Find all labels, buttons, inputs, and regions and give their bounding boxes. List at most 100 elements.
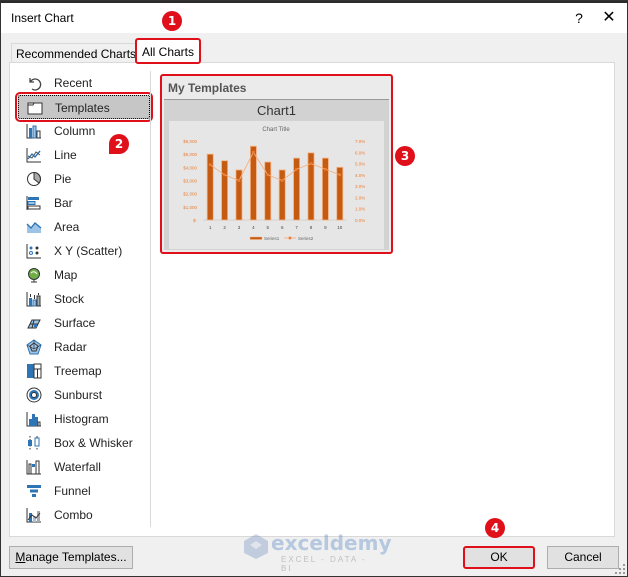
sidebar-item-combo[interactable]: Combo [18,503,150,527]
line-point-series2 [280,179,284,182]
x-tick-label: 6 [281,225,284,230]
sidebar-item-label: Column [54,124,96,138]
sidebar-item-bar[interactable]: Bar [18,191,150,215]
sidebar-item-area[interactable]: Area [18,215,150,239]
x-tick-label: 9 [324,225,327,230]
template-chart1[interactable]: Chart1 Chart Title $- $1,000 $2,000 $3,000 $4… [164,99,389,250]
sidebar-item-surface[interactable]: Surface [18,311,150,335]
column-chart-icon [26,124,41,139]
sidebar-item-line[interactable]: Line [18,143,150,167]
sidebar-divider [150,71,151,527]
y-left-tick-label: $5,000 [183,152,197,157]
line-point-series2 [266,173,270,177]
exceldemy-watermark: exceldemy EXCEL - DATA - BI [241,529,392,573]
sidebar-item-label: Sunburst [54,388,103,402]
sidebar-item-x-y-scatter[interactable]: X Y (Scatter) [18,239,150,263]
y-left-tick-label: $- [193,218,198,223]
x-tick-label: 1 [209,225,212,230]
sidebar-item-label: Recent [54,76,93,90]
sidebar-item-sunburst[interactable]: Sunburst [18,383,150,407]
legend-marker-series2 [288,236,292,240]
templates-folder-icon [27,102,43,115]
y-right-tick-label: 2.0% [355,195,365,200]
box-whisker-chart-icon [28,436,40,450]
annotation-badge-2: 2 [109,134,129,154]
manage-label: anage Templates... [25,550,127,564]
sidebar-item-recent[interactable]: Recent [18,71,150,95]
sidebar-item-label: Funnel [54,484,91,498]
line-chart-icon [26,148,41,163]
line-point-series2 [338,173,342,177]
x-tick-label: 2 [223,225,226,230]
sidebar-item-treemap[interactable]: Treemap [18,359,150,383]
y-left-tick-label: $1,000 [183,205,197,210]
dialog-title: Insert Chart [11,11,74,25]
chart-type-list: Recent Templates Column Line Pie Bar Area X Y (… [15,71,153,527]
sidebar-item-box-whisker[interactable]: Box & Whisker [18,431,150,455]
y-left-tick-label: $2,000 [183,192,197,197]
map-chart-icon [28,268,40,283]
sidebar-item-label: Treemap [54,364,102,378]
sidebar-item-label: Map [54,268,78,282]
area-chart-icon [26,222,42,233]
combo-chart-icon [26,508,41,523]
treemap-chart-icon [27,363,42,379]
bar-series1 [321,157,329,221]
sidebar-item-templates[interactable]: Templates [15,92,153,122]
sidebar-item-pie[interactable]: Pie [18,167,150,191]
bar-series1 [221,160,229,221]
manage-templates-button[interactable]: Manage Templates... [9,546,133,569]
y-right-tick-label: 6.0% [355,150,365,155]
sunburst-chart-icon [26,387,42,403]
legend-label-series2: Series2 [298,236,314,241]
y-left-tick-label: $3,000 [183,179,197,184]
line-point-series2 [324,167,327,171]
sidebar-item-column[interactable]: Column [18,119,150,143]
sidebar-item-label: X Y (Scatter) [54,244,123,258]
x-tick-label: 10 [337,225,343,230]
recent-icon [29,78,42,91]
sidebar-item-stock[interactable]: Stock [18,287,150,311]
sidebar-item-radar[interactable]: Radar [18,335,150,359]
sidebar-item-label: Pie [54,172,72,186]
chart-title: Chart Title [262,127,290,133]
ok-button[interactable]: OK [463,546,535,569]
annotation-badge-1: 1 [162,11,182,31]
exceldemy-logo-icon [244,534,268,559]
sidebar-item-waterfall[interactable]: Waterfall [18,455,150,479]
my-templates-section: My Templates Chart1 Chart Title $- $1,000 $… [160,74,393,254]
title-bar: Insert Chart ? ✕ [1,3,627,33]
scatter-chart-icon [26,244,41,259]
y-right-tick-label: 7.0% [355,139,365,144]
resize-grip-icon[interactable] [615,564,625,574]
watermark-brand: exceldemy [271,531,392,555]
waterfall-chart-icon [26,460,41,475]
template-chart-svg: Chart Title $- $1,000 $2,000 $3,000 $4,000 $5,… [183,127,365,241]
template-name: Chart1 [256,103,297,118]
legend-swatch-series1 [249,236,263,240]
y-right-tick-label: 3.0% [355,184,365,189]
sidebar-item-label: Radar [54,340,87,354]
sidebar-item-label: Surface [54,316,96,330]
sidebar-item-label: Templates [55,101,110,115]
stock-chart-icon [26,292,41,307]
my-templates-header: My Templates [168,81,247,95]
sidebar-item-histogram[interactable]: Histogram [18,407,150,431]
y-right-tick-label: 5.0% [355,162,365,167]
sidebar-item-map[interactable]: Map [18,263,150,287]
bar-series1 [235,169,243,221]
sidebar-item-label: Stock [54,292,85,306]
cancel-button[interactable]: Cancel [547,546,619,569]
tab-recommended-charts[interactable]: Recommended Charts [11,43,142,64]
pie-chart-icon [27,171,41,186]
x-tick-label: 4 [252,225,255,230]
help-button[interactable]: ? [564,5,594,31]
sidebar-item-label: Histogram [54,412,109,426]
tab-all-charts[interactable]: All Charts [135,38,201,64]
sidebar-item-funnel[interactable]: Funnel [18,479,150,503]
line-point-series2 [252,150,255,154]
close-button[interactable]: ✕ [594,5,624,31]
insert-chart-dialog: Insert Chart ? ✕ Recommended Charts Rece… [0,0,628,577]
x-tick-label: 3 [238,225,241,230]
histogram-chart-icon [26,412,41,427]
